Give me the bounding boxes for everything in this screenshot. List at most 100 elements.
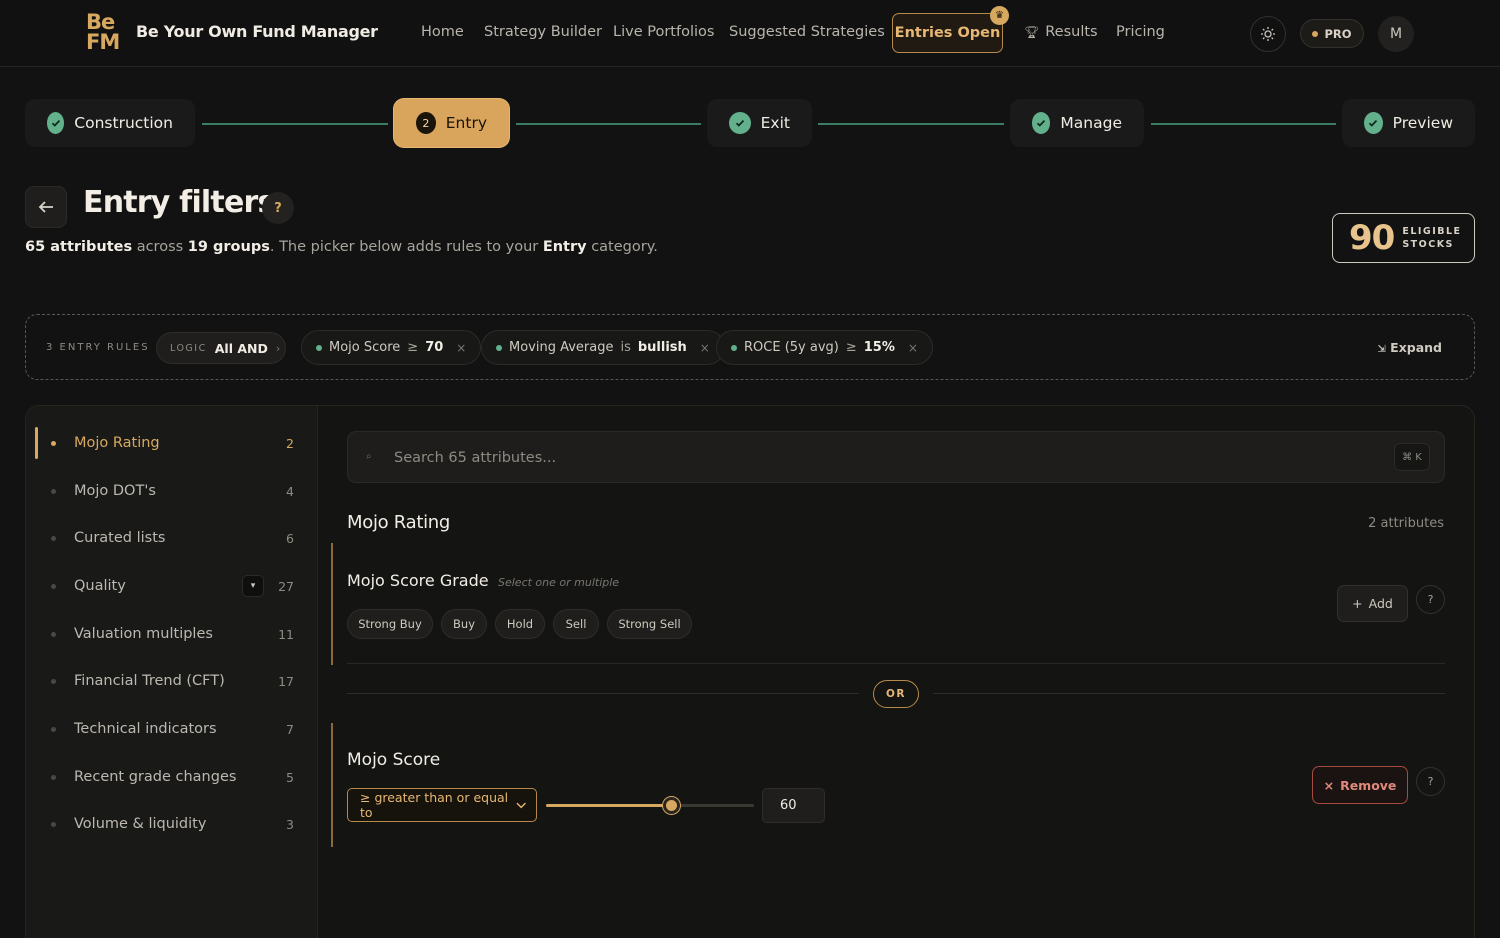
step-manage[interactable]: Manage: [1010, 99, 1144, 147]
stepper-connector: [516, 123, 701, 125]
top-navbar: Be FM Be Your Own Fund Manager Home Stra…: [0, 0, 1500, 67]
nav-pricing[interactable]: Pricing: [1116, 24, 1165, 40]
brand-name[interactable]: Be Your Own Fund Manager: [136, 22, 378, 41]
expand-button[interactable]: ⇲ Expand: [1377, 340, 1442, 355]
grade-option-strong-buy[interactable]: Strong Buy: [347, 609, 433, 639]
step-label: Exit: [760, 114, 790, 132]
pro-label: PRO: [1324, 26, 1352, 41]
rules-count: 3 ENTRY RULES: [46, 342, 150, 353]
sidebar-item-count: 6: [286, 530, 294, 546]
rule-chip-moving-average[interactable]: Moving Average is bullish ×: [481, 330, 725, 365]
sidebar-item-technical-indicators[interactable]: Technical indicators 7: [26, 709, 318, 749]
eligible-stocks-badge: 90 ELIGIBLE STOCKS: [1332, 213, 1475, 263]
nav-results[interactable]: 🏆︎ Results: [1024, 24, 1098, 40]
attribute-groups-sidebar: Mojo Rating 2 Mojo DOT's 4 Curated lists…: [26, 406, 318, 938]
rule-name: ROCE (5y avg): [744, 340, 839, 355]
close-icon[interactable]: ×: [908, 341, 918, 355]
operator-select[interactable]: ≥ greater than or equal to: [347, 788, 537, 822]
add-attribute-button[interactable]: + Add: [1337, 585, 1408, 622]
sidebar-item-recent-grade-changes[interactable]: Recent grade changes 5: [26, 757, 318, 797]
results-label: Results: [1045, 24, 1098, 40]
subtitle-text: . The picker below adds rules to your: [269, 239, 539, 255]
or-badge: OR: [873, 680, 919, 708]
step-construction[interactable]: Construction: [25, 99, 195, 147]
sidebar-item-mojo-dots[interactable]: Mojo DOT's 4: [26, 471, 318, 511]
rule-value: 15%: [863, 340, 895, 355]
sidebar-item-count: 27: [278, 578, 294, 594]
trophy-icon: 🏆︎: [1024, 25, 1040, 39]
attribute-help-button[interactable]: ?: [1416, 767, 1445, 796]
nav-home[interactable]: Home: [421, 24, 464, 40]
slider-thumb[interactable]: [662, 797, 680, 814]
sidebar-item-volume-liquidity[interactable]: Volume & liquidity 3: [26, 804, 318, 844]
group-title: Mojo Rating: [347, 512, 451, 533]
arrow-left-icon: [38, 201, 53, 213]
logic-selector[interactable]: LOGIC All AND ›: [156, 332, 286, 364]
entries-open-button[interactable]: Entries Open: [892, 13, 1003, 53]
close-icon[interactable]: ×: [456, 341, 466, 355]
nav-live-portfolios[interactable]: Live Portfolios: [613, 24, 714, 40]
attribute-hint: Select one or multiple: [498, 576, 620, 589]
check-icon: [1364, 112, 1383, 134]
sidebar-item-valuation-multiples[interactable]: Valuation multiples 11: [26, 614, 318, 654]
back-button[interactable]: [25, 186, 67, 228]
sidebar-item-financial-trend[interactable]: Financial Trend (CFT) 17: [26, 661, 318, 701]
sidebar-item-count: 2: [286, 435, 294, 451]
grade-option-sell[interactable]: Sell: [553, 609, 599, 639]
step-entry[interactable]: 2 Entry: [394, 99, 509, 147]
check-icon: [47, 112, 65, 134]
attribute-title-score: Mojo Score: [347, 750, 441, 770]
sidebar-item-label: Mojo DOT's: [74, 483, 156, 499]
rule-operator: ≥: [845, 340, 857, 355]
sidebar-item-quality[interactable]: Quality 27: [26, 566, 318, 606]
grade-option-hold[interactable]: Hold: [495, 609, 545, 639]
bullet-icon: [51, 535, 56, 541]
bullet-icon: [51, 774, 56, 780]
sidebar-item-count: 3: [286, 816, 294, 832]
remove-attribute-button[interactable]: × Remove: [1312, 766, 1408, 804]
grade-option-buy[interactable]: Buy: [441, 609, 487, 639]
rule-chip-roce[interactable]: ROCE (5y avg) ≥ 15% ×: [716, 330, 933, 365]
score-slider[interactable]: [546, 797, 754, 814]
rule-chip-mojo-score[interactable]: Mojo Score ≥ 70 ×: [301, 330, 482, 365]
search-icon: ⌕: [366, 451, 372, 462]
logo-top-text: Be: [86, 10, 115, 34]
close-icon[interactable]: ×: [700, 341, 710, 355]
chevron-down-icon[interactable]: ▾: [242, 575, 264, 597]
sidebar-item-label: Mojo Rating: [74, 435, 160, 451]
step-preview[interactable]: Preview: [1342, 99, 1475, 147]
rule-name: Mojo Score: [329, 340, 401, 355]
sidebar-item-mojo-rating[interactable]: Mojo Rating 2: [26, 423, 318, 463]
eligible-count: 90: [1349, 218, 1395, 258]
remove-label: Remove: [1340, 777, 1397, 793]
sidebar-item-label: Volume & liquidity: [74, 816, 207, 832]
nav-strategy-builder[interactable]: Strategy Builder: [484, 24, 602, 40]
befm-logo[interactable]: Be FM: [86, 12, 128, 54]
bullet-icon: [51, 726, 56, 732]
group-count: 19 groups: [187, 239, 270, 255]
page-title: Entry filters.: [83, 185, 286, 220]
rule-name: Moving Average: [509, 340, 614, 355]
grade-option-strong-sell[interactable]: Strong Sell: [607, 609, 692, 639]
score-value-input[interactable]: 60: [762, 788, 825, 823]
step-exit[interactable]: Exit: [707, 99, 812, 147]
nav-suggested-strategies[interactable]: Suggested Strategies: [729, 24, 885, 40]
step-label: Construction: [74, 114, 173, 132]
pro-badge[interactable]: PRO: [1300, 19, 1364, 48]
attribute-help-button[interactable]: ?: [1416, 585, 1445, 614]
sidebar-item-label: Recent grade changes: [74, 769, 237, 785]
sidebar-item-label: Technical indicators: [74, 721, 217, 737]
search-input[interactable]: [394, 446, 1374, 470]
expand-icon: ⇲: [1377, 344, 1386, 355]
status-dot-icon: [496, 344, 502, 351]
help-button[interactable]: ?: [262, 192, 294, 224]
status-dot-icon: [316, 344, 322, 351]
theme-toggle-button[interactable]: [1250, 16, 1286, 52]
avatar[interactable]: M: [1378, 16, 1414, 52]
or-divider-line: [347, 693, 859, 694]
sidebar-item-curated-lists[interactable]: Curated lists 6: [26, 518, 318, 558]
eligible-line-1: ELIGIBLE: [1402, 226, 1462, 237]
stepper-connector: [818, 123, 1004, 125]
expand-label: Expand: [1390, 340, 1442, 355]
sidebar-item-count: 11: [278, 626, 294, 642]
